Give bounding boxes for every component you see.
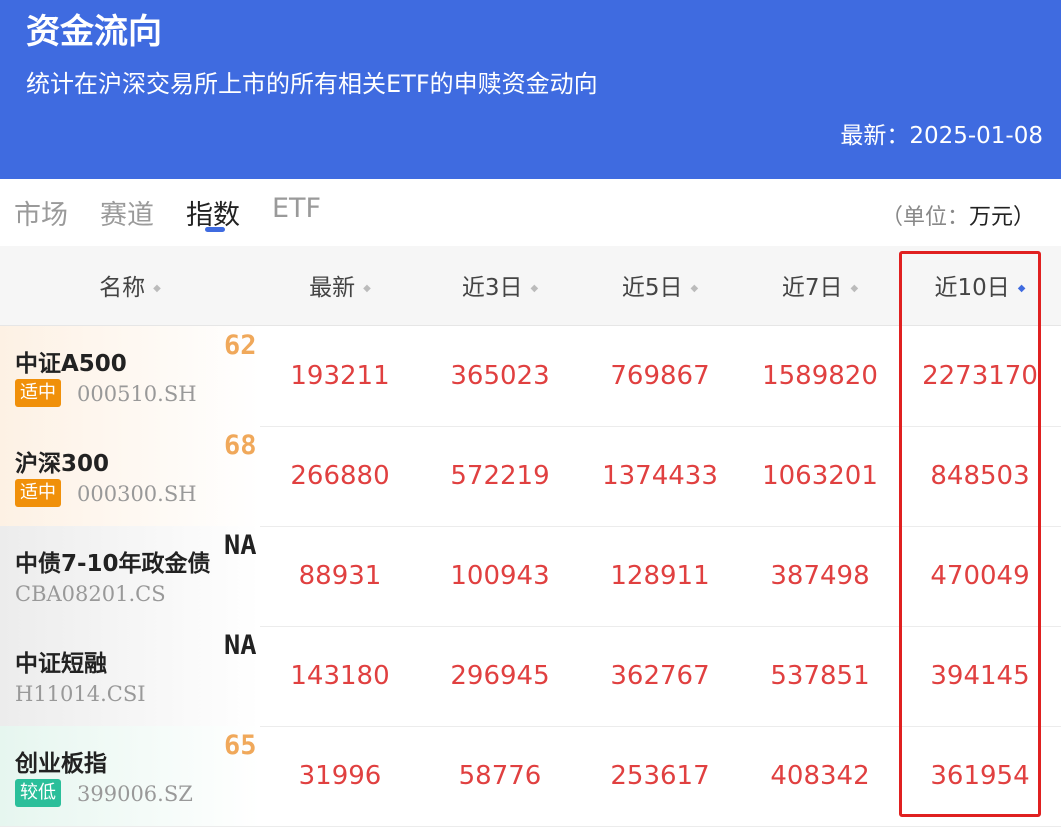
index-name-cell[interactable]: 中证短融 H11014.CSI NA xyxy=(0,626,260,726)
tab-sector[interactable]: 赛道 xyxy=(100,193,154,232)
flow-value: 296945 xyxy=(450,661,550,691)
sort-icon: ◆ xyxy=(363,282,371,294)
valuation-score: 65 xyxy=(224,730,257,761)
highlight-box-10d-column xyxy=(899,251,1041,817)
page-title: 资金流向 xyxy=(26,12,162,52)
flow-value: 408342 xyxy=(770,761,870,791)
column-header-latest[interactable]: 最新 ◆ xyxy=(260,246,420,325)
flow-value: 769867 xyxy=(610,361,710,391)
tab-market[interactable]: 市场 xyxy=(14,193,68,232)
update-date: 最新：2025-01-08 xyxy=(840,123,1043,149)
column-header-7d[interactable]: 近7日 ◆ xyxy=(740,246,900,325)
index-name-cell[interactable]: 沪深300 适中 000300.SH 68 xyxy=(0,426,260,526)
flow-value: 143180 xyxy=(290,661,390,691)
sort-icon: ◆ xyxy=(530,282,539,294)
flow-value: 128911 xyxy=(610,561,710,591)
index-code: H11014.CSI xyxy=(15,682,146,706)
column-header-label: 近5日 xyxy=(621,275,683,301)
flow-value: 193211 xyxy=(290,361,390,391)
valuation-score: NA xyxy=(224,630,257,661)
index-name: 中证A500 xyxy=(15,351,127,377)
valuation-score: 62 xyxy=(224,330,257,361)
column-header-label: 名称 xyxy=(99,275,146,301)
category-tabs: 市场 赛道 指数 ETF （单位：万元） xyxy=(0,179,1061,246)
column-header-label: 近7日 xyxy=(781,275,843,301)
index-code: 399006.SZ xyxy=(77,782,193,806)
page-header: 资金流向 统计在沪深交易所上市的所有相关ETF的申赎资金动向 最新：2025-0… xyxy=(0,0,1061,179)
valuation-score: 68 xyxy=(224,430,257,461)
column-header-3d[interactable]: 近3日 ◆ xyxy=(420,246,580,325)
flow-value: 1063201 xyxy=(762,461,878,491)
valuation-score: NA xyxy=(224,530,257,561)
valuation-badge: 较低 xyxy=(15,779,61,807)
active-tab-indicator xyxy=(205,227,225,232)
index-name: 中债7-10年政金债 xyxy=(15,551,211,577)
unit-prefix: （单位： xyxy=(880,205,969,230)
valuation-badge: 适中 xyxy=(15,379,61,407)
flow-value: 387498 xyxy=(770,561,870,591)
page-subtitle: 统计在沪深交易所上市的所有相关ETF的申赎资金动向 xyxy=(26,70,598,98)
index-code: 000300.SH xyxy=(77,482,197,506)
index-name-cell[interactable]: 中证A500 适中 000510.SH 62 xyxy=(0,326,260,426)
sort-icon: ◆ xyxy=(153,282,161,294)
column-header-5d[interactable]: 近5日 ◆ xyxy=(580,246,740,325)
valuation-badge: 适中 xyxy=(15,479,61,507)
sort-icon: ◆ xyxy=(850,282,859,294)
flow-value: 1374433 xyxy=(602,461,718,491)
column-header-label: 最新 xyxy=(309,275,356,301)
column-header-name[interactable]: 名称 ◆ xyxy=(0,246,260,325)
index-code: CBA08201.CS xyxy=(15,582,166,606)
index-name: 沪深300 xyxy=(15,451,110,477)
flow-value: 100943 xyxy=(450,561,550,591)
index-name: 中证短融 xyxy=(15,651,107,677)
flow-value: 266880 xyxy=(290,461,390,491)
index-name-cell[interactable]: 中债7-10年政金债 CBA08201.CS NA xyxy=(0,526,260,626)
flow-value: 572219 xyxy=(450,461,550,491)
flow-value: 1589820 xyxy=(762,361,878,391)
unit-value: 万元） xyxy=(968,205,1035,230)
flow-value: 58776 xyxy=(458,761,542,791)
index-code: 000510.SH xyxy=(77,382,197,406)
tab-etf[interactable]: ETF xyxy=(272,193,321,224)
flow-value: 31996 xyxy=(298,761,382,791)
flow-value: 362767 xyxy=(610,661,710,691)
index-name-cell[interactable]: 创业板指 较低 399006.SZ 65 xyxy=(0,726,260,826)
column-header-label: 近3日 xyxy=(461,275,523,301)
unit-label: （单位：万元） xyxy=(881,199,1035,231)
flow-value: 365023 xyxy=(450,361,550,391)
index-name: 创业板指 xyxy=(15,751,107,777)
flow-value: 253617 xyxy=(610,761,710,791)
flow-value: 537851 xyxy=(770,661,870,691)
sort-icon: ◆ xyxy=(690,282,699,294)
flow-value: 88931 xyxy=(298,561,382,591)
